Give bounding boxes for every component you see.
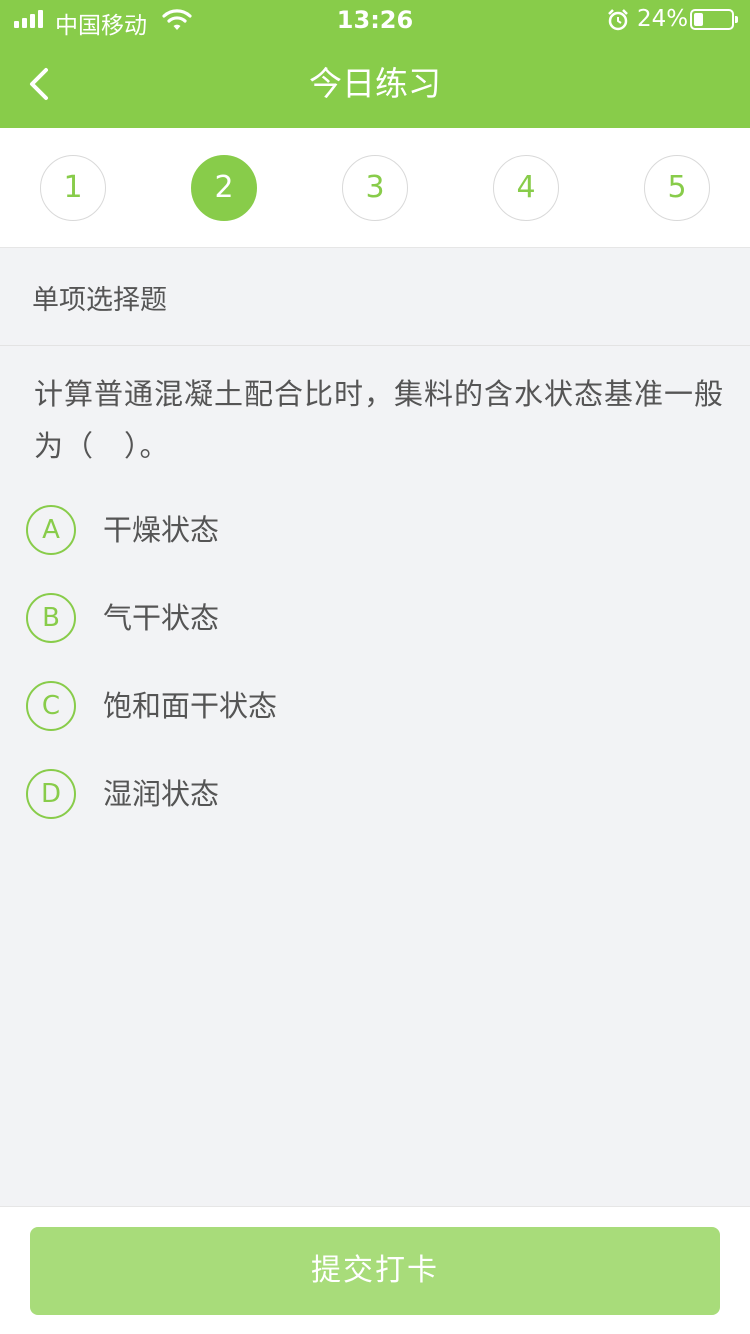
option-text: 饱和面干状态 [103, 689, 278, 723]
option-letter: A [26, 505, 76, 555]
option-text: 气干状态 [103, 601, 220, 635]
battery-icon [690, 9, 738, 30]
option-letter: C [26, 681, 76, 731]
alarm-icon [608, 9, 628, 31]
option-letter: D [26, 769, 76, 819]
status-bar: 中国移动 13:26 24% [0, 0, 750, 40]
option-text: 湿润状态 [103, 777, 220, 811]
submit-checkin-button[interactable]: 提交打卡 [30, 1227, 720, 1315]
option-b[interactable]: B 气干状态 [26, 593, 626, 645]
option-letter: B [26, 593, 76, 643]
battery-percent: 24% [637, 6, 689, 32]
header: 中国移动 13:26 24% 今日练习 [0, 0, 750, 128]
step-1[interactable]: 1 [40, 155, 106, 221]
question-type: 单项选择题 [0, 248, 750, 346]
page-title: 今日练习 [309, 64, 441, 103]
option-text: 干燥状态 [103, 513, 220, 547]
step-5[interactable]: 5 [644, 155, 710, 221]
option-c[interactable]: C 饱和面干状态 [26, 681, 626, 733]
bottom-bar: 提交打卡 [0, 1206, 750, 1334]
option-d[interactable]: D 湿润状态 [26, 769, 626, 821]
question-step-nav: 1 2 3 4 5 [0, 128, 750, 248]
step-4[interactable]: 4 [493, 155, 559, 221]
option-a[interactable]: A 干燥状态 [26, 505, 626, 557]
step-2[interactable]: 2 [191, 155, 257, 221]
question-text: 计算普通混凝土配合比时，集料的含水状态基准一般为（ ）。 [34, 377, 725, 463]
step-3[interactable]: 3 [342, 155, 408, 221]
